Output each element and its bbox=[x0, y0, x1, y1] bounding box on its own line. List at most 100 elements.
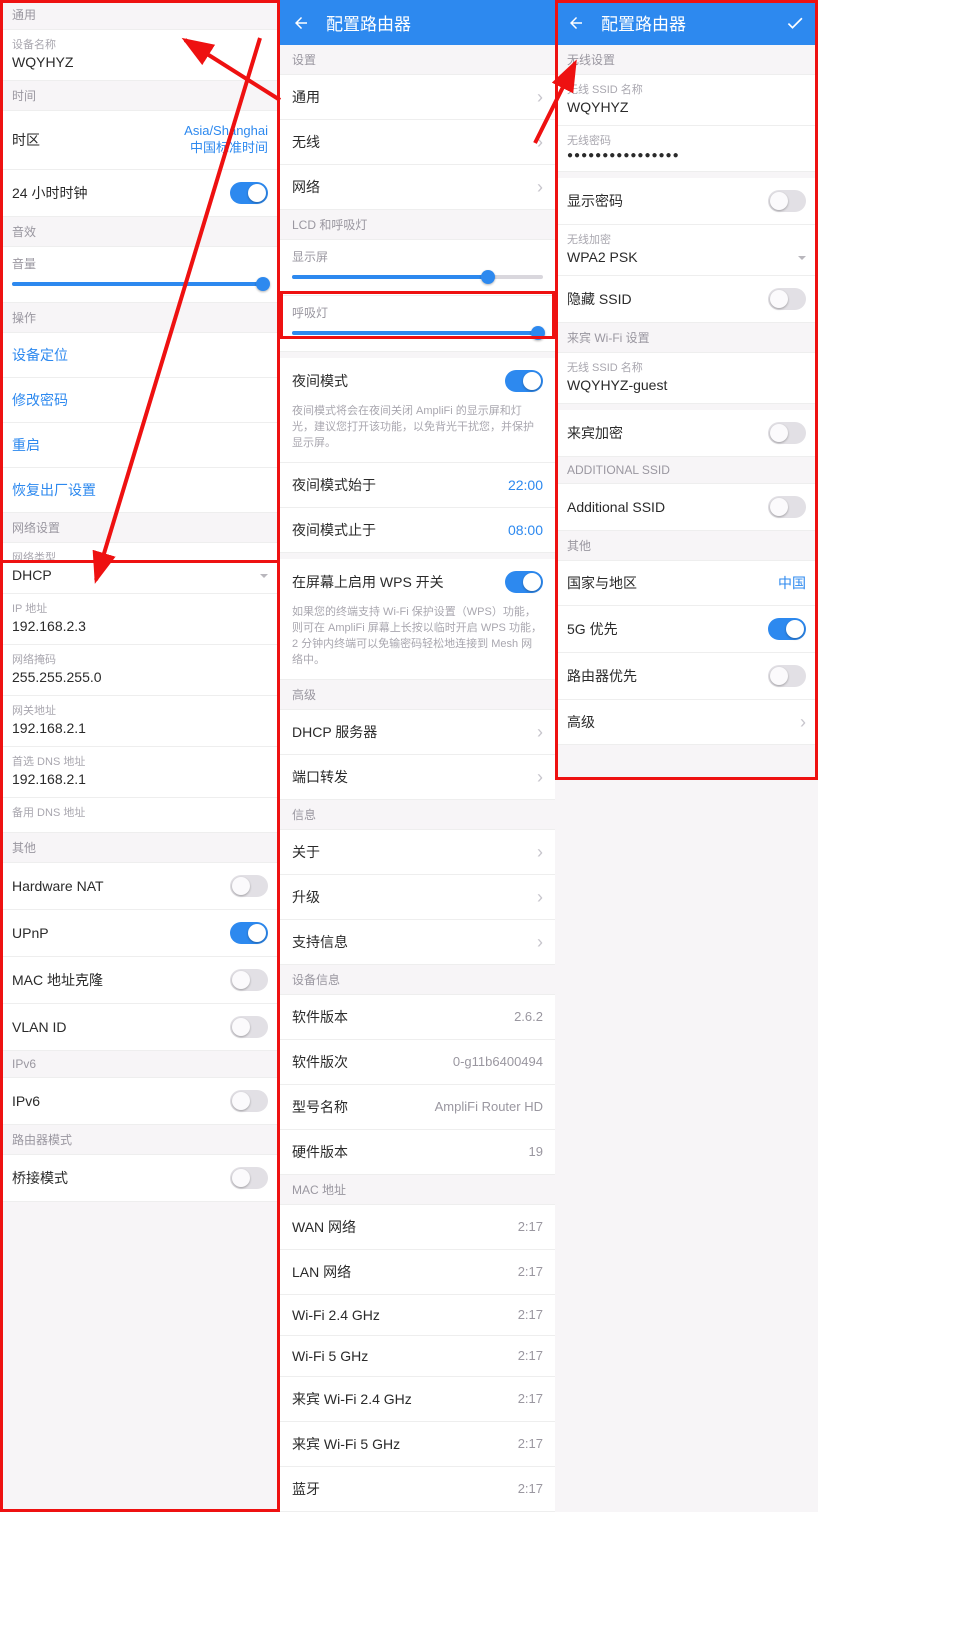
vlan-toggle[interactable] bbox=[230, 1016, 268, 1038]
section-info: 信息 bbox=[280, 800, 555, 830]
bridge-row[interactable]: 桥接模式 bbox=[0, 1155, 280, 1202]
volume-slider-row[interactable]: 音量 bbox=[0, 247, 280, 303]
device-name-value[interactable]: WQYHYZ bbox=[0, 52, 280, 81]
ipv6-row[interactable]: IPv6 bbox=[0, 1078, 280, 1125]
back-button[interactable] bbox=[292, 14, 312, 32]
ip-label: IP 地址 bbox=[0, 594, 280, 616]
hide-ssid-toggle[interactable] bbox=[768, 288, 806, 310]
pwd-value[interactable]: ●●●●●●●●●●●●●●●● bbox=[555, 148, 818, 172]
hwnat-toggle[interactable] bbox=[230, 875, 268, 897]
ipv6-toggle[interactable] bbox=[230, 1090, 268, 1112]
op-reboot[interactable]: 重启 bbox=[0, 423, 280, 468]
enc-label: 无线加密 bbox=[555, 225, 818, 247]
wps-toggle[interactable] bbox=[505, 571, 543, 593]
op-factory-reset[interactable]: 恢复出厂设置 bbox=[0, 468, 280, 513]
chevron-right-icon: › bbox=[537, 723, 543, 741]
additional-ssid-toggle[interactable] bbox=[768, 496, 806, 518]
chevron-down-icon bbox=[256, 567, 268, 583]
fiveg-toggle[interactable] bbox=[768, 618, 806, 640]
chevron-right-icon: › bbox=[537, 933, 543, 951]
hw-ver-row: 硬件版本19 bbox=[280, 1130, 555, 1175]
section-other3: 其他 bbox=[555, 531, 818, 561]
vlan-row[interactable]: VLAN ID bbox=[0, 1004, 280, 1051]
op-locate[interactable]: 设备定位 bbox=[0, 333, 280, 378]
ssid-value[interactable]: WQYHYZ bbox=[555, 97, 818, 126]
guest-enc-toggle[interactable] bbox=[768, 422, 806, 444]
section-other1: 其他 bbox=[0, 833, 280, 863]
section-ipv6: IPv6 bbox=[0, 1051, 280, 1078]
led-slider[interactable] bbox=[292, 331, 543, 335]
chevron-right-icon: › bbox=[537, 88, 543, 106]
enc-value[interactable]: WPA2 PSK bbox=[555, 247, 818, 276]
section-mac: MAC 地址 bbox=[280, 1175, 555, 1205]
bridge-toggle[interactable] bbox=[230, 1167, 268, 1189]
dns2-label: 备用 DNS 地址 bbox=[0, 798, 280, 820]
wps-desc: 如果您的终端支持 Wi-Fi 保护设置（WPS）功能，则可在 AmpliFi 屏… bbox=[280, 605, 555, 680]
blank-space bbox=[0, 1202, 280, 1402]
additional-ssid-row[interactable]: Additional SSID bbox=[555, 484, 818, 531]
blank-column bbox=[818, 0, 980, 1512]
mac-row: Wi-Fi 5 GHz2:17 bbox=[280, 1336, 555, 1377]
display-slider[interactable] bbox=[292, 275, 543, 279]
chevron-down-icon bbox=[794, 249, 806, 265]
arrow-left-icon bbox=[292, 14, 310, 32]
chevron-right-icon: › bbox=[537, 178, 543, 196]
night-mode-row[interactable]: 夜间模式 bbox=[280, 358, 555, 404]
macclone-toggle[interactable] bbox=[230, 969, 268, 991]
mask-label: 网络掩码 bbox=[0, 645, 280, 667]
panel-router-config-main: 配置路由器 设置 通用› 无线› 网络› LCD 和呼吸灯 显示屏 呼吸灯 夜间… bbox=[280, 0, 555, 1512]
guest-ssid-value[interactable]: WQYHYZ-guest bbox=[555, 375, 818, 404]
night-from-row[interactable]: 夜间模式始于22:00 bbox=[280, 463, 555, 508]
adv-row[interactable]: 高级› bbox=[555, 700, 818, 745]
section-lcd: LCD 和呼吸灯 bbox=[280, 210, 555, 240]
volume-slider[interactable] bbox=[12, 282, 268, 286]
upnp-row[interactable]: UPnP bbox=[0, 910, 280, 957]
back-button[interactable] bbox=[567, 14, 587, 32]
dns2-value[interactable] bbox=[0, 820, 280, 833]
menu-port-forward[interactable]: 端口转发› bbox=[280, 755, 555, 800]
country-row[interactable]: 国家与地区中国 bbox=[555, 561, 818, 606]
menu-support[interactable]: 支持信息› bbox=[280, 920, 555, 965]
timezone-value: Asia/Shanghai中国标准时间 bbox=[184, 123, 268, 157]
router-priority-row[interactable]: 路由器优先 bbox=[555, 653, 818, 700]
menu-dhcp-server[interactable]: DHCP 服务器› bbox=[280, 710, 555, 755]
mask-value: 255.255.255.0 bbox=[0, 667, 280, 696]
timezone-label: 时区 bbox=[12, 130, 184, 150]
section-time: 时间 bbox=[0, 81, 280, 111]
macclone-row[interactable]: MAC 地址克隆 bbox=[0, 957, 280, 1004]
show-pwd-row[interactable]: 显示密码 bbox=[555, 178, 818, 225]
clock24-toggle[interactable] bbox=[230, 182, 268, 204]
op-change-password[interactable]: 修改密码 bbox=[0, 378, 280, 423]
header-bar: 配置路由器 bbox=[280, 0, 555, 45]
hwnat-row[interactable]: Hardware NAT bbox=[0, 863, 280, 910]
show-pwd-toggle[interactable] bbox=[768, 190, 806, 212]
section-router-mode: 路由器模式 bbox=[0, 1125, 280, 1155]
clock24-row[interactable]: 24 小时时钟 bbox=[0, 170, 280, 217]
chevron-right-icon: › bbox=[537, 888, 543, 906]
menu-network[interactable]: 网络› bbox=[280, 165, 555, 210]
night-to-row[interactable]: 夜间模式止于08:00 bbox=[280, 508, 555, 553]
led-slider-row[interactable]: 呼吸灯 bbox=[280, 296, 555, 352]
device-name-label: 设备名称 bbox=[0, 30, 280, 52]
net-type-value[interactable]: DHCP bbox=[0, 565, 280, 594]
display-slider-row[interactable]: 显示屏 bbox=[280, 240, 555, 296]
gateway-label: 网关地址 bbox=[0, 696, 280, 718]
guest-enc-row[interactable]: 来宾加密 bbox=[555, 410, 818, 457]
section-settings: 设置 bbox=[280, 45, 555, 75]
menu-wireless[interactable]: 无线› bbox=[280, 120, 555, 165]
menu-general[interactable]: 通用› bbox=[280, 75, 555, 120]
router-priority-toggle[interactable] bbox=[768, 665, 806, 687]
display-label: 显示屏 bbox=[292, 248, 543, 265]
save-button[interactable] bbox=[784, 13, 806, 33]
menu-upgrade[interactable]: 升级› bbox=[280, 875, 555, 920]
menu-about[interactable]: 关于› bbox=[280, 830, 555, 875]
wps-row[interactable]: 在屏幕上启用 WPS 开关 bbox=[280, 559, 555, 605]
section-wireless: 无线设置 bbox=[555, 45, 818, 75]
fiveg-row[interactable]: 5G 优先 bbox=[555, 606, 818, 653]
timezone-row[interactable]: 时区 Asia/Shanghai中国标准时间 bbox=[0, 111, 280, 170]
hide-ssid-row[interactable]: 隐藏 SSID bbox=[555, 276, 818, 323]
arrow-left-icon bbox=[567, 14, 585, 32]
upnp-toggle[interactable] bbox=[230, 922, 268, 944]
night-mode-toggle[interactable] bbox=[505, 370, 543, 392]
header-bar-wireless: 配置路由器 bbox=[555, 0, 818, 45]
